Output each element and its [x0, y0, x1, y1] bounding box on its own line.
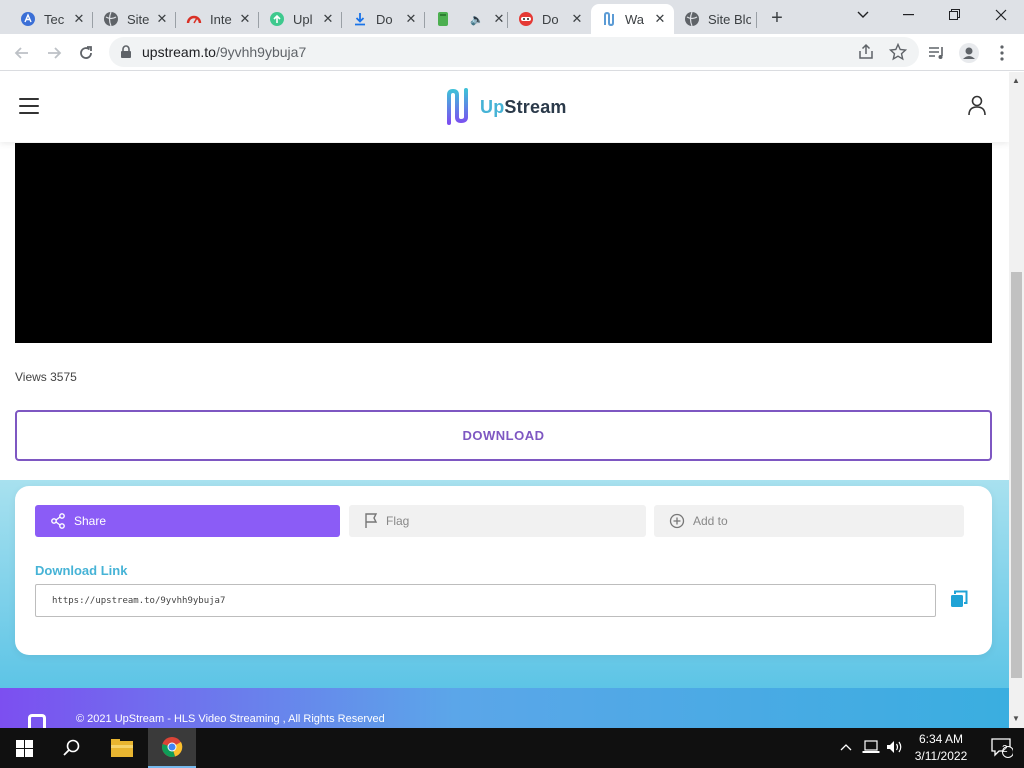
- browser-tab-bar: Tec ✕ Site ✕ Inte ✕ Upl ✕ Do ✕ 🔈 ✕ Do ✕ …: [0, 0, 1024, 34]
- hamburger-menu-icon[interactable]: [19, 98, 39, 114]
- url-text[interactable]: upstream.to/9yvhh9ybuja7: [142, 44, 306, 60]
- share-label: Share: [74, 514, 107, 528]
- add-to-button[interactable]: Add to: [654, 505, 964, 537]
- views-count: Views 3575: [15, 370, 77, 384]
- tab-title: Do: [542, 11, 559, 27]
- scrollbar-thumb[interactable]: [1011, 272, 1022, 678]
- media-control-icon[interactable]: [923, 39, 951, 67]
- chrome-taskbar-icon[interactable]: [148, 728, 196, 768]
- bookmark-star-icon[interactable]: [888, 42, 908, 61]
- close-tab-icon[interactable]: ✕: [154, 11, 170, 27]
- tab-title: Inte: [210, 11, 232, 27]
- close-tab-icon[interactable]: ✕: [320, 11, 336, 27]
- scroll-down-arrow-icon[interactable]: ▼: [1012, 714, 1020, 723]
- logo-text: UpStream: [480, 96, 567, 117]
- forward-button[interactable]: [40, 39, 68, 67]
- share-icon: [50, 513, 66, 529]
- close-tab-icon[interactable]: ✕: [652, 11, 668, 27]
- browser-tab[interactable]: Do ✕: [508, 4, 591, 34]
- show-hidden-icons-icon[interactable]: [840, 740, 852, 754]
- tab-title: Wa: [625, 11, 645, 27]
- site-header: UpStream: [0, 72, 1009, 142]
- footer-logo-icon: [28, 714, 46, 728]
- flag-button[interactable]: Flag: [349, 505, 646, 537]
- browser-tab[interactable]: Upl ✕: [259, 4, 342, 34]
- circle-a-icon: [20, 11, 36, 27]
- browser-tab[interactable]: Do ✕: [342, 4, 425, 34]
- actions-card: Share Flag Add to Download Link: [15, 486, 992, 655]
- browser-tab-active[interactable]: Wa ✕: [591, 4, 674, 34]
- page-scrollbar[interactable]: ▲ ▼: [1009, 72, 1024, 728]
- notification-center-icon[interactable]: 2: [980, 728, 1024, 768]
- lock-icon[interactable]: [120, 45, 132, 64]
- volume-icon[interactable]: [886, 740, 904, 757]
- windows-start-icon[interactable]: [0, 728, 48, 768]
- close-tab-icon[interactable]: ✕: [569, 11, 585, 27]
- user-account-icon[interactable]: [966, 94, 988, 121]
- clock-date: 3/11/2022: [914, 749, 968, 763]
- site-logo[interactable]: UpStream: [444, 87, 567, 127]
- clock-time: 6:34 AM: [918, 732, 964, 746]
- tab-title: Site: [127, 11, 150, 27]
- tab-title: Site Blo: [708, 11, 751, 27]
- download-link-label: Download Link: [35, 563, 128, 578]
- browser-menu-icon[interactable]: [988, 39, 1016, 67]
- new-tab-button[interactable]: +: [765, 6, 789, 30]
- close-tab-icon[interactable]: ✕: [403, 11, 419, 27]
- upstream-icon: [601, 11, 617, 27]
- notification-count: 2: [1002, 744, 1008, 755]
- footer-copyright: © 2021 UpStream - HLS Video Streaming , …: [76, 713, 385, 725]
- download-button[interactable]: DOWNLOAD: [15, 410, 992, 461]
- upload-icon: [269, 11, 285, 27]
- actions-section: Share Flag Add to Download Link: [0, 480, 1009, 690]
- globe-icon: [684, 11, 700, 27]
- search-icon[interactable]: [48, 728, 96, 768]
- scroll-up-arrow-icon[interactable]: ▲: [1012, 76, 1020, 85]
- back-button[interactable]: [8, 39, 36, 67]
- download-link-field[interactable]: [35, 584, 936, 617]
- browser-tab[interactable]: Site ✕: [93, 4, 176, 34]
- windows-taskbar: 6:34 AM 3/11/2022 2: [0, 728, 1024, 768]
- tab-search-icon[interactable]: [840, 0, 886, 30]
- browser-tab[interactable]: Tec ✕: [10, 4, 93, 34]
- close-tab-icon[interactable]: ✕: [71, 11, 87, 27]
- restore-button[interactable]: [932, 0, 978, 30]
- close-window-button[interactable]: [978, 0, 1024, 30]
- tab-title: Tec: [44, 11, 65, 27]
- network-icon[interactable]: [862, 740, 880, 757]
- video-player[interactable]: [15, 143, 992, 343]
- minimize-button[interactable]: [886, 0, 932, 30]
- reload-button[interactable]: [72, 39, 100, 67]
- flag-icon: [364, 513, 378, 529]
- browser-tab[interactable]: Inte ✕: [176, 4, 259, 34]
- upstream-logo-icon: [447, 88, 468, 125]
- site-footer: © 2021 UpStream - HLS Video Streaming , …: [0, 688, 1009, 728]
- page-viewport: UpStream Views 3575 DOWNLOAD Share Flag: [0, 72, 1009, 728]
- browser-tab[interactable]: 🔈 ✕: [425, 4, 508, 34]
- gauge-icon: [186, 11, 202, 27]
- browser-toolbar: upstream.to/9yvhh9ybuja7: [0, 34, 1024, 71]
- system-clock[interactable]: 6:34 AM 3/11/2022: [906, 731, 976, 765]
- copy-icon[interactable]: [950, 590, 968, 613]
- file-explorer-icon[interactable]: [98, 728, 146, 768]
- share-button[interactable]: Share: [35, 505, 340, 537]
- close-tab-icon[interactable]: ✕: [491, 11, 507, 27]
- speaker-icon[interactable]: 🔈: [469, 11, 485, 27]
- globe-icon: [103, 11, 119, 27]
- add-to-label: Add to: [693, 514, 728, 528]
- share-page-icon[interactable]: [857, 43, 875, 61]
- flag-label: Flag: [386, 514, 410, 528]
- ninja-icon: [518, 11, 534, 27]
- tab-title: Upl: [293, 11, 313, 27]
- close-tab-icon[interactable]: ✕: [237, 11, 253, 27]
- profile-avatar-icon[interactable]: [955, 39, 983, 67]
- address-bar[interactable]: upstream.to/9yvhh9ybuja7: [109, 37, 919, 67]
- book-icon: [435, 11, 451, 27]
- browser-tab[interactable]: Site Blo: [674, 4, 757, 34]
- tab-title: Do: [376, 11, 393, 27]
- download-icon: [352, 11, 368, 27]
- plus-circle-icon: [669, 513, 685, 529]
